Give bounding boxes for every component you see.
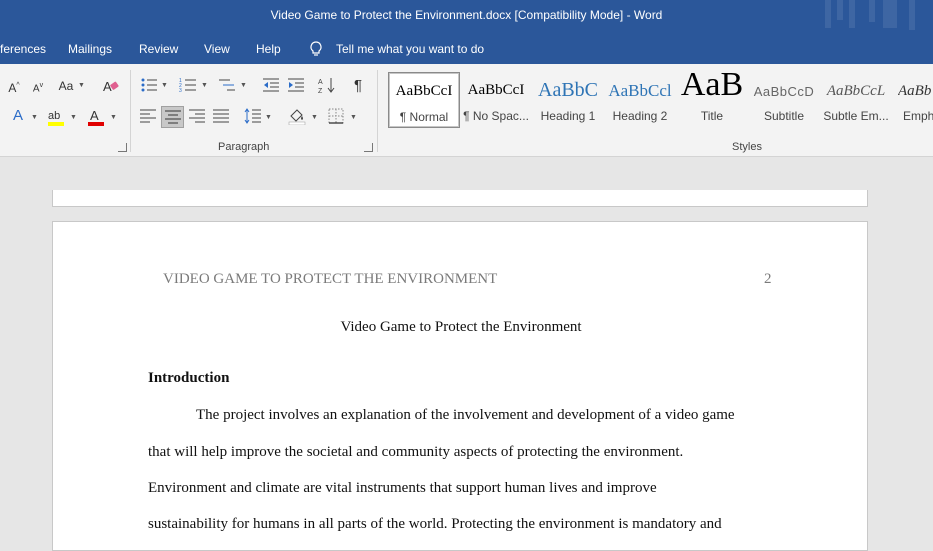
style-sample: AaB — [680, 72, 744, 103]
group-separator — [130, 70, 131, 152]
increase-indent-icon[interactable] — [287, 77, 305, 93]
window-title: Video Game to Protect the Environment.do… — [270, 8, 663, 22]
borders-icon[interactable] — [328, 108, 344, 124]
align-right-icon[interactable] — [189, 109, 205, 123]
change-case-button[interactable]: Aa — [56, 76, 76, 96]
style-sample: AaBbCcI — [467, 82, 525, 98]
style-name: Subtitle — [763, 109, 805, 123]
style-name: Title — [700, 109, 724, 123]
multilevel-list-icon[interactable] — [218, 77, 236, 93]
style-sample: AaBbCcL — [826, 83, 886, 99]
chevron-down-icon[interactable]: ▼ — [161, 82, 169, 90]
style-name: ¶ No Spac... — [463, 109, 529, 123]
lightbulb-icon — [310, 41, 322, 56]
style-no-spacing[interactable]: AaBbCcI ¶ No Spac... — [460, 72, 532, 128]
style-sample: AaBbCcl — [608, 81, 672, 100]
body-line: Environment and climate are vital instru… — [148, 480, 657, 496]
style-emphasis[interactable]: AaBb Emph — [892, 72, 933, 128]
text-effects-button[interactable]: A — [8, 106, 28, 126]
chevron-down-icon[interactable]: ▼ — [78, 82, 86, 90]
tab-view[interactable]: View — [204, 42, 230, 56]
tab-references[interactable]: ferences — [0, 42, 46, 56]
styles-group-label: Styles — [732, 141, 762, 153]
ribbon-tab-bar: ferences Mailings Review View Help Tell … — [0, 34, 933, 64]
chevron-down-icon[interactable]: ▼ — [265, 114, 273, 122]
style-sample: AaBb — [898, 83, 932, 99]
style-heading-1[interactable]: AaBbC Heading 1 — [532, 72, 604, 128]
style-sample: AaBbCcI — [395, 83, 453, 99]
align-center-button[interactable] — [161, 106, 184, 128]
font-dialog-launcher-icon[interactable] — [118, 143, 127, 152]
tab-review[interactable]: Review — [139, 42, 178, 56]
font-color-icon[interactable]: A — [86, 107, 106, 127]
decrease-indent-icon[interactable] — [262, 77, 280, 93]
highlight-color-icon[interactable]: ab — [46, 107, 66, 127]
style-subtitle[interactable]: AaBbCcD Subtitle — [748, 72, 820, 128]
title-bar: Video Game to Protect the Environment.do… — [0, 0, 933, 34]
show-formatting-marks-icon[interactable]: ¶ — [348, 76, 368, 96]
style-name: Subtle Em... — [823, 109, 889, 123]
style-name: Heading 1 — [540, 109, 596, 123]
chevron-down-icon[interactable]: ▼ — [311, 114, 319, 122]
tab-mailings[interactable]: Mailings — [68, 42, 112, 56]
style-subtle-emphasis[interactable]: AaBbCcL Subtle Em... — [820, 72, 892, 128]
body-line: sustainability for humans in all parts o… — [148, 516, 722, 532]
shrink-font-button[interactable]: Av — [28, 76, 48, 96]
svg-text:A: A — [318, 79, 323, 86]
style-name: Heading 2 — [612, 109, 668, 123]
page-number: 2 — [764, 271, 772, 287]
title-bar-pattern — [813, 0, 933, 34]
document-page[interactable]: VIDEO GAME TO PROTECT THE ENVIRONMENT 2 … — [52, 221, 868, 551]
svg-text:3: 3 — [179, 88, 182, 93]
group-separator — [377, 70, 378, 152]
svg-text:A: A — [103, 79, 112, 94]
style-heading-2[interactable]: AaBbCcl Heading 2 — [604, 72, 676, 128]
chevron-down-icon[interactable]: ▼ — [240, 82, 248, 90]
numbering-icon[interactable]: 1 2 3 — [179, 77, 197, 93]
clear-formatting-icon[interactable]: A — [102, 77, 120, 95]
tell-me-search[interactable]: Tell me what you want to do — [336, 42, 484, 56]
chevron-down-icon[interactable]: ▼ — [31, 114, 39, 122]
body-line: that will help improve the societal and … — [148, 444, 684, 460]
body-line: The project involves an explanation of t… — [196, 407, 735, 423]
svg-text:ab: ab — [48, 110, 60, 122]
line-spacing-icon[interactable] — [244, 108, 262, 124]
previous-page-bottom — [52, 190, 868, 207]
style-sample: AaBbC — [538, 79, 598, 101]
chevron-down-icon[interactable]: ▼ — [70, 114, 78, 122]
document-workspace[interactable]: VIDEO GAME TO PROTECT THE ENVIRONMENT 2 … — [0, 157, 933, 551]
style-sample: AaBbCcD — [753, 84, 815, 99]
running-head: VIDEO GAME TO PROTECT THE ENVIRONMENT — [163, 271, 498, 287]
paragraph-group-label: Paragraph — [218, 141, 270, 153]
chevron-down-icon[interactable]: ▼ — [110, 114, 118, 122]
paragraph-dialog-launcher-icon[interactable] — [364, 143, 373, 152]
align-left-icon[interactable] — [140, 109, 156, 123]
section-heading: Introduction — [148, 370, 230, 386]
bullets-icon[interactable] — [140, 77, 158, 93]
grow-font-button[interactable]: A^ — [4, 76, 24, 96]
ribbon: A^ Av Aa ▼ A A ▼ ab ▼ A ▼ ▼ 1 2 3 ▼ ▼ A … — [0, 64, 933, 157]
style-name: Emph — [903, 109, 933, 123]
style-normal[interactable]: AaBbCcI ¶ Normal — [388, 72, 460, 128]
sort-icon[interactable]: AZ — [318, 76, 336, 94]
chevron-down-icon[interactable]: ▼ — [350, 114, 358, 122]
tab-help[interactable]: Help — [256, 42, 281, 56]
justify-icon[interactable] — [213, 109, 229, 123]
document-title: Video Game to Protect the Environment — [340, 319, 582, 335]
style-title[interactable]: AaB Title — [676, 72, 748, 128]
chevron-down-icon[interactable]: ▼ — [201, 82, 209, 90]
svg-text:Z: Z — [318, 88, 323, 94]
style-name: ¶ Normal — [399, 110, 449, 124]
shading-icon[interactable] — [287, 107, 307, 125]
align-center-icon — [165, 110, 181, 124]
svg-text:A: A — [90, 108, 99, 123]
